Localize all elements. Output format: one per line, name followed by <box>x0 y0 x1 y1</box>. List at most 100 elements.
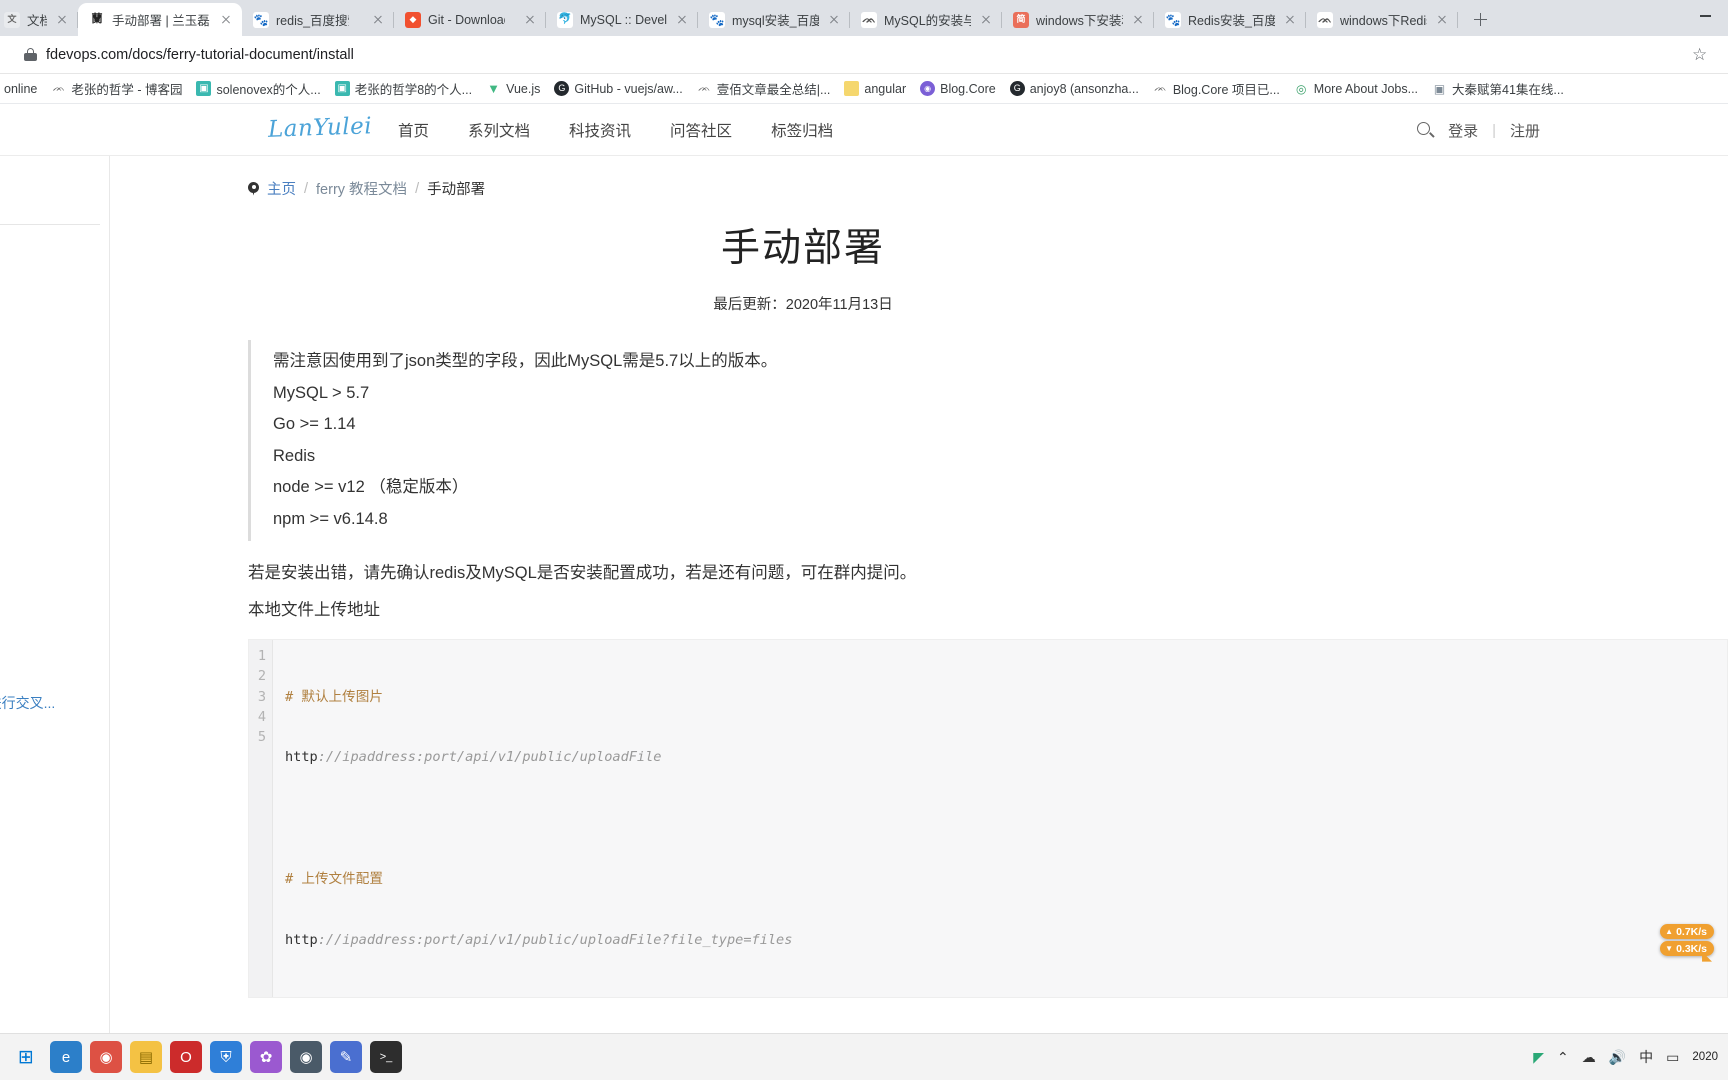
system-tray: ◤ ⌃ ☁ 🔊 中 ▭ 2020 <box>1533 1047 1728 1067</box>
bookmark-item[interactable]: ᨏ 老张的哲学 - 博客园 <box>44 76 189 101</box>
github-icon: G <box>554 81 570 96</box>
close-icon[interactable] <box>54 12 70 28</box>
browser-tab-0[interactable]: 文 文档|兰… <box>0 3 78 36</box>
media-player-icon[interactable]: ◉ <box>290 1041 322 1073</box>
code-block-upload[interactable]: 1 2 3 4 5 # 默认上传图片 http://ipaddress:port… <box>248 639 1728 999</box>
requirement-line: MySQL > 5.7 <box>273 383 370 402</box>
browser-tab-6[interactable]: ᨏ MySQL的安装与配 <box>850 3 1002 36</box>
browser-tab-1[interactable]: 蘭 手动部署 | 兰玉磊… <box>78 3 242 36</box>
mysql-icon: 🐬 <box>557 11 573 28</box>
requirement-line: 需注意因使用到了json类型的字段，因此MySQL需是5.7以上的版本。 <box>273 352 778 370</box>
chevron-up-icon[interactable]: ⌃ <box>1557 1049 1569 1066</box>
taskbar-clock[interactable]: 2020 <box>1692 1050 1718 1064</box>
code-gutter: 1 2 3 4 5 <box>249 640 273 998</box>
bookmarks-bar: online ᨏ 老张的哲学 - 博客园 ▣ solenovex的个人... ▣… <box>0 74 1728 104</box>
arrow-down-icon: ▼ <box>1665 944 1674 953</box>
browser-tab-9[interactable]: ᨏ windows下Redis安 <box>1306 3 1458 36</box>
bookmark-item[interactable]: G GitHub - vuejs/aw... <box>547 78 689 99</box>
bookmark-item[interactable]: ▼ Vue.js <box>479 78 547 99</box>
new-tab-button[interactable] <box>1466 5 1494 33</box>
nav-item-qa-community[interactable]: 问答社区 <box>670 119 732 141</box>
search-icon: ◎ <box>1296 81 1307 96</box>
requirement-line: Redis <box>273 446 316 465</box>
windows-start-icon[interactable]: ⊞ <box>10 1041 42 1073</box>
bookmark-item[interactable]: ᨏ 壹佰文章最全总结|... <box>690 76 838 101</box>
tab-label: windows下Redis安 <box>1340 14 1427 28</box>
close-icon[interactable] <box>978 12 994 28</box>
bookmark-item[interactable]: online <box>4 79 44 99</box>
login-link[interactable]: 登录 <box>1448 120 1478 141</box>
close-icon[interactable] <box>1130 12 1146 28</box>
close-icon[interactable] <box>1282 12 1298 28</box>
bookmark-item[interactable]: ▣ 大秦赋第41集在线... <box>1425 76 1571 101</box>
line-number: 1 <box>257 648 266 664</box>
nav-item-series-docs[interactable]: 系列文档 <box>468 119 530 141</box>
breadcrumb-item-home[interactable]: 主页 <box>267 178 296 199</box>
tab-label: windows下安装和 <box>1036 14 1123 28</box>
wifi-icon[interactable]: ◤ <box>1533 1049 1544 1066</box>
shield-security-icon[interactable]: ⛨ <box>210 1041 242 1073</box>
browser-tab-7[interactable]: 简 windows下安装和 <box>1002 3 1154 36</box>
bookmark-label: 老张的哲学8的个人... <box>354 83 473 97</box>
chrome-icon[interactable]: ◉ <box>90 1041 122 1073</box>
page-viewport: LanYulei 首页 系列文档 科技资讯 问答社区 标签归档 登录 | 注册 … <box>0 104 1728 1080</box>
nav-item-tech-news[interactable]: 科技资讯 <box>569 119 631 141</box>
tab-label: Git - Downloads <box>428 12 505 27</box>
code-content: # 默认上传图片 http://ipaddress:port/api/v1/pu… <box>273 640 792 997</box>
browser-tab-5[interactable]: 🐾 mysql安装_百度搜 <box>698 3 850 36</box>
header-divider: | <box>1492 121 1496 139</box>
zhihu-icon: ᨏ <box>861 11 877 28</box>
zhihu-icon: ᨏ <box>1154 82 1167 94</box>
terminal-icon[interactable]: >_ <box>370 1041 402 1073</box>
browser-tab-8[interactable]: 🐾 Redis安装_百度搜 <box>1154 3 1306 36</box>
browser-tab-4[interactable]: 🐬 MySQL :: Develop <box>546 3 698 36</box>
tab-label: mysql安装_百度搜 <box>732 14 819 28</box>
editor-icon[interactable]: ✎ <box>330 1041 362 1073</box>
site-logo[interactable]: LanYulei <box>268 113 373 143</box>
browser-tab-2[interactable]: 🐾 redis_百度搜索 <box>242 3 394 36</box>
bookmark-item[interactable]: angular <box>837 78 913 99</box>
ime-indicator[interactable]: 中 <box>1639 1047 1653 1067</box>
requirements-blockquote: 需注意因使用到了json类型的字段，因此MySQL需是5.7以上的版本。 MyS… <box>248 340 1588 541</box>
sidebar-divider <box>0 224 100 225</box>
sidebar-item-6[interactable]: ux、Windows下分别进行交叉... <box>0 693 55 713</box>
close-icon[interactable] <box>1434 12 1450 28</box>
requirement-line: npm >= v6.14.8 <box>273 509 388 528</box>
nav-item-tag-archive[interactable]: 标签归档 <box>771 119 833 141</box>
close-icon[interactable] <box>674 12 690 28</box>
doc-sidebar: 程文档 档 署 后端里的部署方式 一个新流程 网关 网关 ux、Windows下… <box>0 156 110 1080</box>
close-icon[interactable] <box>826 12 842 28</box>
breadcrumb-item-current: 手动部署 <box>427 182 486 198</box>
zhihu-icon: ᨏ <box>698 82 711 94</box>
notification-icon[interactable]: ▭ <box>1666 1049 1679 1066</box>
browser-tab-3[interactable]: ◆ Git - Downloads <box>394 3 546 36</box>
volume-icon[interactable]: 🔊 <box>1609 1049 1626 1066</box>
bookmark-item[interactable]: ▣ solenovex的个人... <box>189 76 327 101</box>
register-link[interactable]: 注册 <box>1510 120 1540 141</box>
photos-icon[interactable]: ✿ <box>250 1041 282 1073</box>
upload-address-heading: 本地文件上传地址 <box>248 601 380 619</box>
minimize-button[interactable] <box>1682 0 1728 32</box>
close-icon[interactable] <box>370 12 386 28</box>
file-explorer-icon[interactable]: ▤ <box>130 1041 162 1073</box>
close-icon[interactable] <box>218 12 234 28</box>
address-bar[interactable]: fdevops.com/docs/ferry-tutorial-document… <box>12 41 1692 69</box>
cloud-icon[interactable]: ☁ <box>1582 1049 1596 1066</box>
page-title: 手动部署 <box>720 227 885 270</box>
bookmark-star-icon[interactable]: ☆ <box>1692 46 1710 64</box>
network-speed-widget[interactable]: ▲ 0.7K/s ▼ 0.3K/s ◣ <box>1660 924 1714 963</box>
nav-item-home[interactable]: 首页 <box>398 119 429 141</box>
edge-icon[interactable]: e <box>50 1041 82 1073</box>
bookmark-label: 老张的哲学 - 博客园 <box>71 83 183 97</box>
git-icon: ◆ <box>405 11 421 28</box>
bookmark-item[interactable]: ▣ 老张的哲学8的个人... <box>328 76 479 101</box>
breadcrumb: 主页 / ferry 教程文档 / 手动部署 <box>248 156 1728 199</box>
close-icon[interactable] <box>522 12 538 28</box>
bookmark-item[interactable]: ᨏ Blog.Core 项目已... <box>1146 76 1287 101</box>
opera-icon[interactable]: O <box>170 1041 202 1073</box>
search-icon[interactable] <box>1417 121 1435 139</box>
bookmark-item[interactable]: ◉ Blog.Core <box>913 78 1003 99</box>
bookmark-item[interactable]: G anjoy8 (ansonzha... <box>1003 78 1146 99</box>
breadcrumb-item-ferry-docs[interactable]: ferry 教程文档 <box>316 178 407 199</box>
bookmark-item[interactable]: ◎ More About Jobs... <box>1287 78 1425 99</box>
